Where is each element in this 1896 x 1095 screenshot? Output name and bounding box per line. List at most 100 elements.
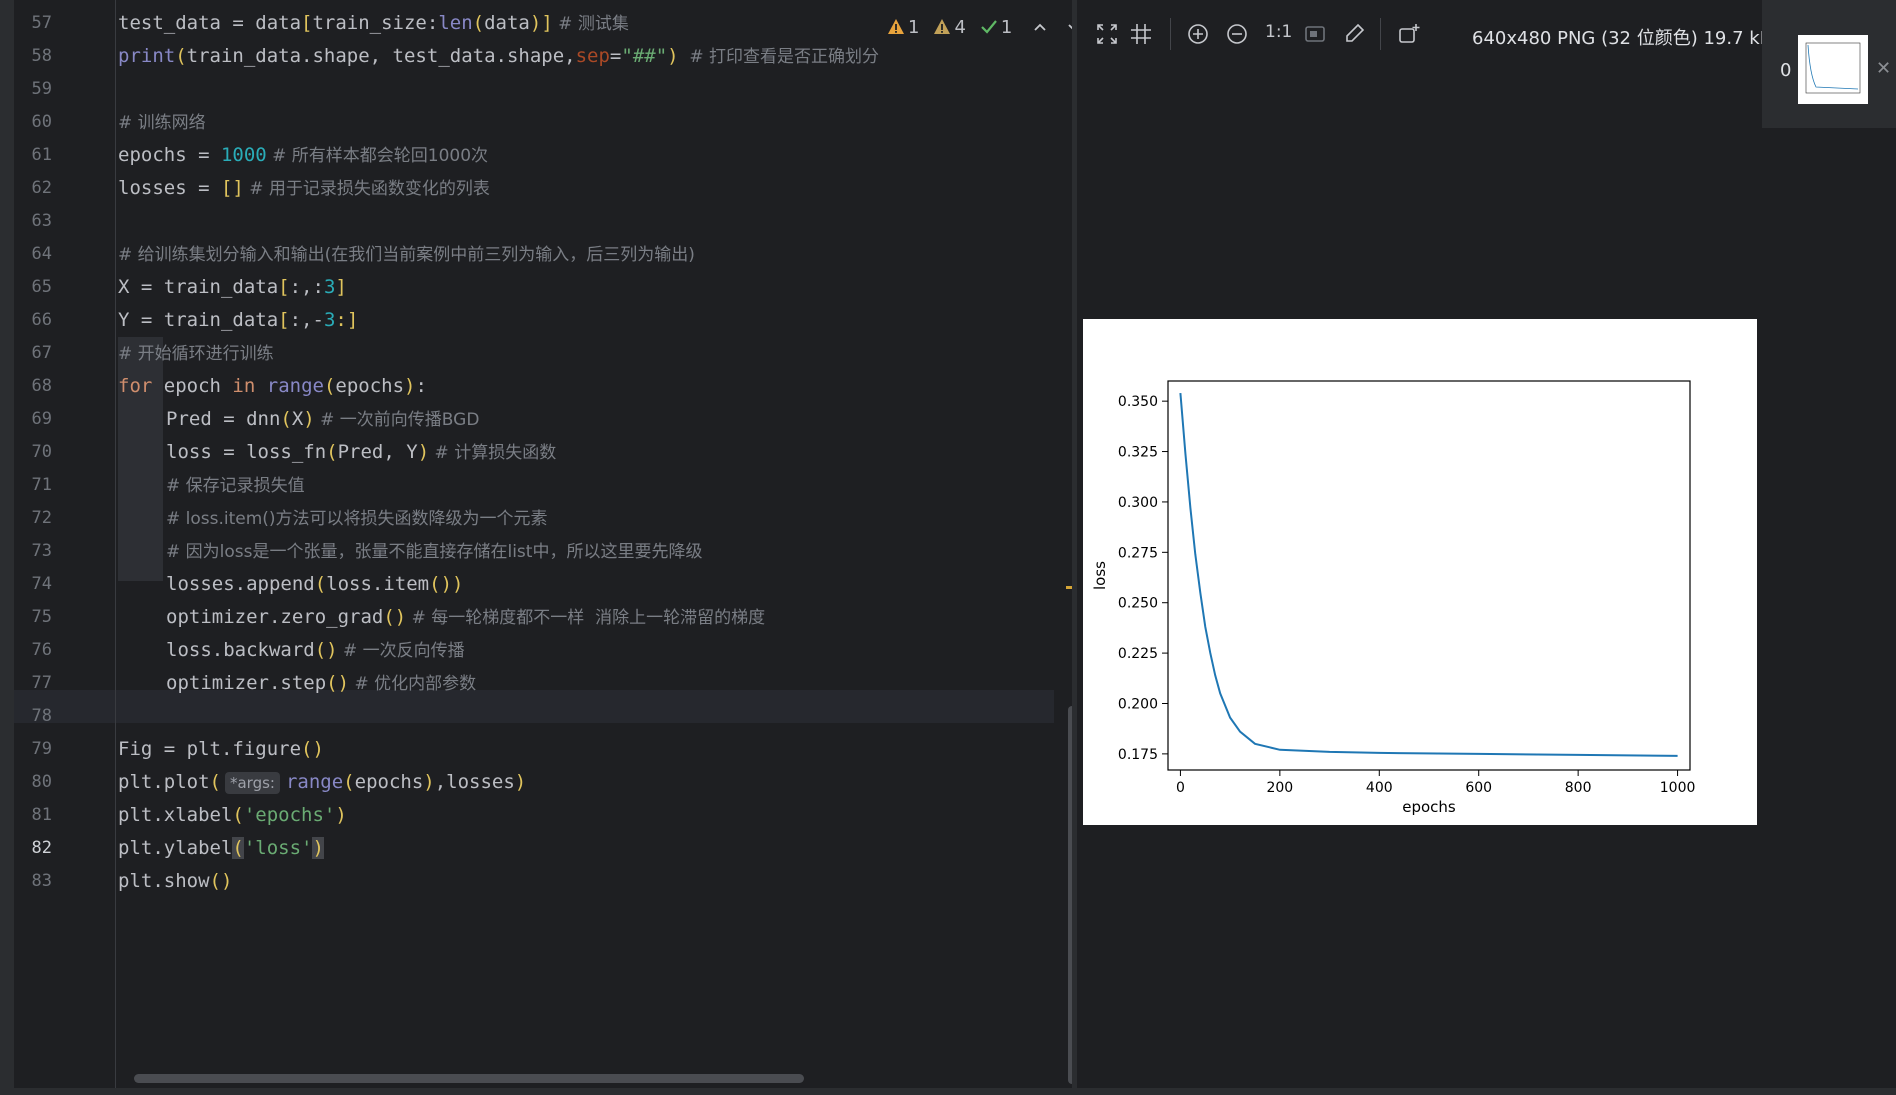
zoom-in-icon[interactable] bbox=[1186, 22, 1210, 46]
background-icon[interactable] bbox=[1303, 22, 1327, 46]
code-line-74[interactable]: losses.append(loss.item()) bbox=[166, 568, 463, 601]
code-line-82[interactable]: plt.ylabel('loss') bbox=[118, 832, 324, 865]
code-line-58[interactable]: print(train_data.shape, test_data.shape,… bbox=[118, 40, 879, 73]
line-number[interactable]: 68 bbox=[14, 370, 52, 403]
line-number[interactable]: 65 bbox=[14, 271, 52, 304]
code-token: ( bbox=[326, 441, 338, 463]
line-number[interactable]: 58 bbox=[14, 40, 52, 73]
code-token: train_data.shape, test_data.shape, bbox=[186, 45, 576, 67]
code-line-79[interactable]: Fig = plt.figure() bbox=[118, 733, 324, 766]
code-token: epochs = bbox=[118, 144, 221, 166]
code-line-76[interactable]: loss.backward() # 一次反向传播 bbox=[166, 634, 465, 667]
line-number[interactable]: 67 bbox=[14, 337, 52, 370]
warning-count[interactable]: 4 bbox=[933, 17, 966, 38]
grid-icon[interactable] bbox=[1129, 22, 1153, 46]
x-tick-label: 200 bbox=[1266, 780, 1293, 796]
line-number[interactable]: 66 bbox=[14, 304, 52, 337]
code-comment: # 一次反向传播 bbox=[337, 641, 465, 661]
code-token: len bbox=[438, 12, 473, 34]
zoom-out-icon[interactable] bbox=[1225, 22, 1249, 46]
code-line-71[interactable]: # 保存记录损失值 bbox=[166, 469, 305, 502]
code-line-65[interactable]: X = train_data[:,:3] bbox=[118, 271, 347, 304]
line-number[interactable]: 60 bbox=[14, 106, 52, 139]
code-token: plt.ylabel bbox=[118, 837, 233, 859]
horizontal-scrollbar[interactable] bbox=[134, 1074, 804, 1083]
code-token: () bbox=[301, 738, 324, 760]
code-editor[interactable]: 57 58 59 60 61 62 63 64 65 66 67 68 69 70 71 72 73 74 75 76… bbox=[14, 0, 1072, 1088]
line-number[interactable]: 61 bbox=[14, 139, 52, 172]
line-number[interactable]: 77 bbox=[14, 667, 52, 700]
ok-count[interactable]: 1 bbox=[980, 17, 1012, 38]
code-token: sep bbox=[575, 45, 610, 67]
code-token: ) bbox=[417, 441, 430, 463]
code-line-62[interactable]: losses = [] # 用于记录损失函数变化的列表 bbox=[118, 172, 490, 205]
code-token: () bbox=[209, 870, 233, 892]
code-line-64[interactable]: # 给训练集划分输入和输出(在我们当前案例中前三列为输入，后三列为输出) bbox=[118, 238, 695, 271]
code-token: losses = bbox=[118, 177, 221, 199]
inspection-widget[interactable]: 1 4 1 bbox=[887, 14, 1072, 40]
line-number[interactable]: 64 bbox=[14, 238, 52, 271]
code-line-69[interactable]: Pred = dnn(X) # 一次前向传播BGD bbox=[166, 403, 479, 436]
line-number[interactable]: 82 bbox=[14, 832, 52, 865]
image-canvas[interactable]: 0 200 400 600 800 1000 0.175 0.200 0.225 0.250 0.2… bbox=[1083, 319, 1757, 825]
line-number[interactable]: 76 bbox=[14, 634, 52, 667]
fit-screen-icon[interactable] bbox=[1095, 22, 1119, 46]
code-token: ) bbox=[514, 771, 527, 793]
line-number[interactable]: 74 bbox=[14, 568, 52, 601]
code-token: in bbox=[232, 375, 256, 397]
code-line-72[interactable]: # loss.item()方法可以将损失函数降级为一个元素 bbox=[166, 502, 548, 535]
code-line-73[interactable]: # 因为loss是一个张量，张量不能直接存储在list中，所以这里要先降级 bbox=[166, 535, 702, 568]
image-thumbnail[interactable] bbox=[1798, 35, 1868, 104]
line-number[interactable]: 75 bbox=[14, 601, 52, 634]
gutter-divider bbox=[115, 0, 116, 1088]
code-line-81[interactable]: plt.xlabel('epochs') bbox=[118, 799, 347, 832]
line-number[interactable]: 57 bbox=[14, 7, 52, 40]
code-line-61[interactable]: epochs = 1000 # 所有样本都会轮回1000次 bbox=[118, 139, 488, 172]
error-count[interactable]: 1 bbox=[887, 17, 919, 38]
code-line-70[interactable]: loss = loss_fn(Pred, Y) # 计算损失函数 bbox=[166, 436, 556, 469]
code-line-67[interactable]: # 开始循环进行训练 bbox=[118, 337, 274, 370]
line-number[interactable]: 70 bbox=[14, 436, 52, 469]
line-number[interactable]: 73 bbox=[14, 535, 52, 568]
parameter-hint: *args: bbox=[224, 771, 280, 794]
code-comment: # 因为loss是一个张量，张量不能直接存储在list中，所以这里要先降级 bbox=[166, 542, 703, 562]
code-line-83[interactable]: plt.show() bbox=[118, 865, 232, 898]
code-token: ) bbox=[529, 12, 542, 34]
line-number[interactable]: 62 bbox=[14, 172, 52, 205]
code-line-80[interactable]: plt.plot(*args: range(epochs),losses) bbox=[118, 766, 526, 799]
line-number[interactable]: 72 bbox=[14, 502, 52, 535]
code-token: ) bbox=[303, 408, 315, 430]
actual-size-button[interactable]: 1:1 bbox=[1265, 22, 1292, 42]
external-editor-icon[interactable] bbox=[1397, 22, 1421, 46]
code-line-60[interactable]: # 训练网络 bbox=[118, 106, 206, 139]
code-line-57[interactable]: test_data = data[train_size:len(data)] #… bbox=[118, 7, 629, 40]
y-tick-label: 0.300 bbox=[1118, 495, 1158, 511]
line-number[interactable]: 59 bbox=[14, 73, 52, 106]
y-tick-label: 0.325 bbox=[1118, 445, 1158, 461]
code-token: ( bbox=[175, 45, 187, 67]
code-line-75[interactable]: optimizer.zero_grad() # 每一轮梯度都不一样 消除上一轮滞… bbox=[166, 601, 765, 634]
line-number[interactable]: 83 bbox=[14, 865, 52, 898]
line-number[interactable]: 81 bbox=[14, 799, 52, 832]
code-token: "##" bbox=[621, 45, 668, 67]
x-axis-label: epochs bbox=[1402, 798, 1456, 816]
toolbar-separator bbox=[1170, 18, 1171, 50]
code-token: range bbox=[266, 375, 324, 397]
code-token: print bbox=[118, 45, 176, 67]
code-line-77[interactable]: optimizer.step() # 优化内部参数 bbox=[166, 667, 476, 700]
code-line-66[interactable]: Y = train_data[:,-3:] bbox=[118, 304, 358, 337]
line-number[interactable]: 71 bbox=[14, 469, 52, 502]
close-icon[interactable]: ✕ bbox=[1876, 58, 1891, 79]
line-number[interactable]: 78 bbox=[14, 700, 52, 733]
chevron-up-icon[interactable] bbox=[1032, 19, 1048, 35]
line-number[interactable]: 63 bbox=[14, 205, 52, 238]
code-token: [ bbox=[278, 276, 290, 298]
line-number[interactable]: 80 bbox=[14, 766, 52, 799]
code-comment: # 优化内部参数 bbox=[349, 674, 477, 694]
color-picker-icon[interactable] bbox=[1342, 22, 1366, 46]
code-line-68[interactable]: for epoch in range(epochs): bbox=[118, 370, 427, 403]
code-comment: # 用于记录损失函数变化的列表 bbox=[243, 179, 490, 199]
code-token: ( bbox=[314, 573, 327, 595]
line-number[interactable]: 69 bbox=[14, 403, 52, 436]
line-number[interactable]: 79 bbox=[14, 733, 52, 766]
